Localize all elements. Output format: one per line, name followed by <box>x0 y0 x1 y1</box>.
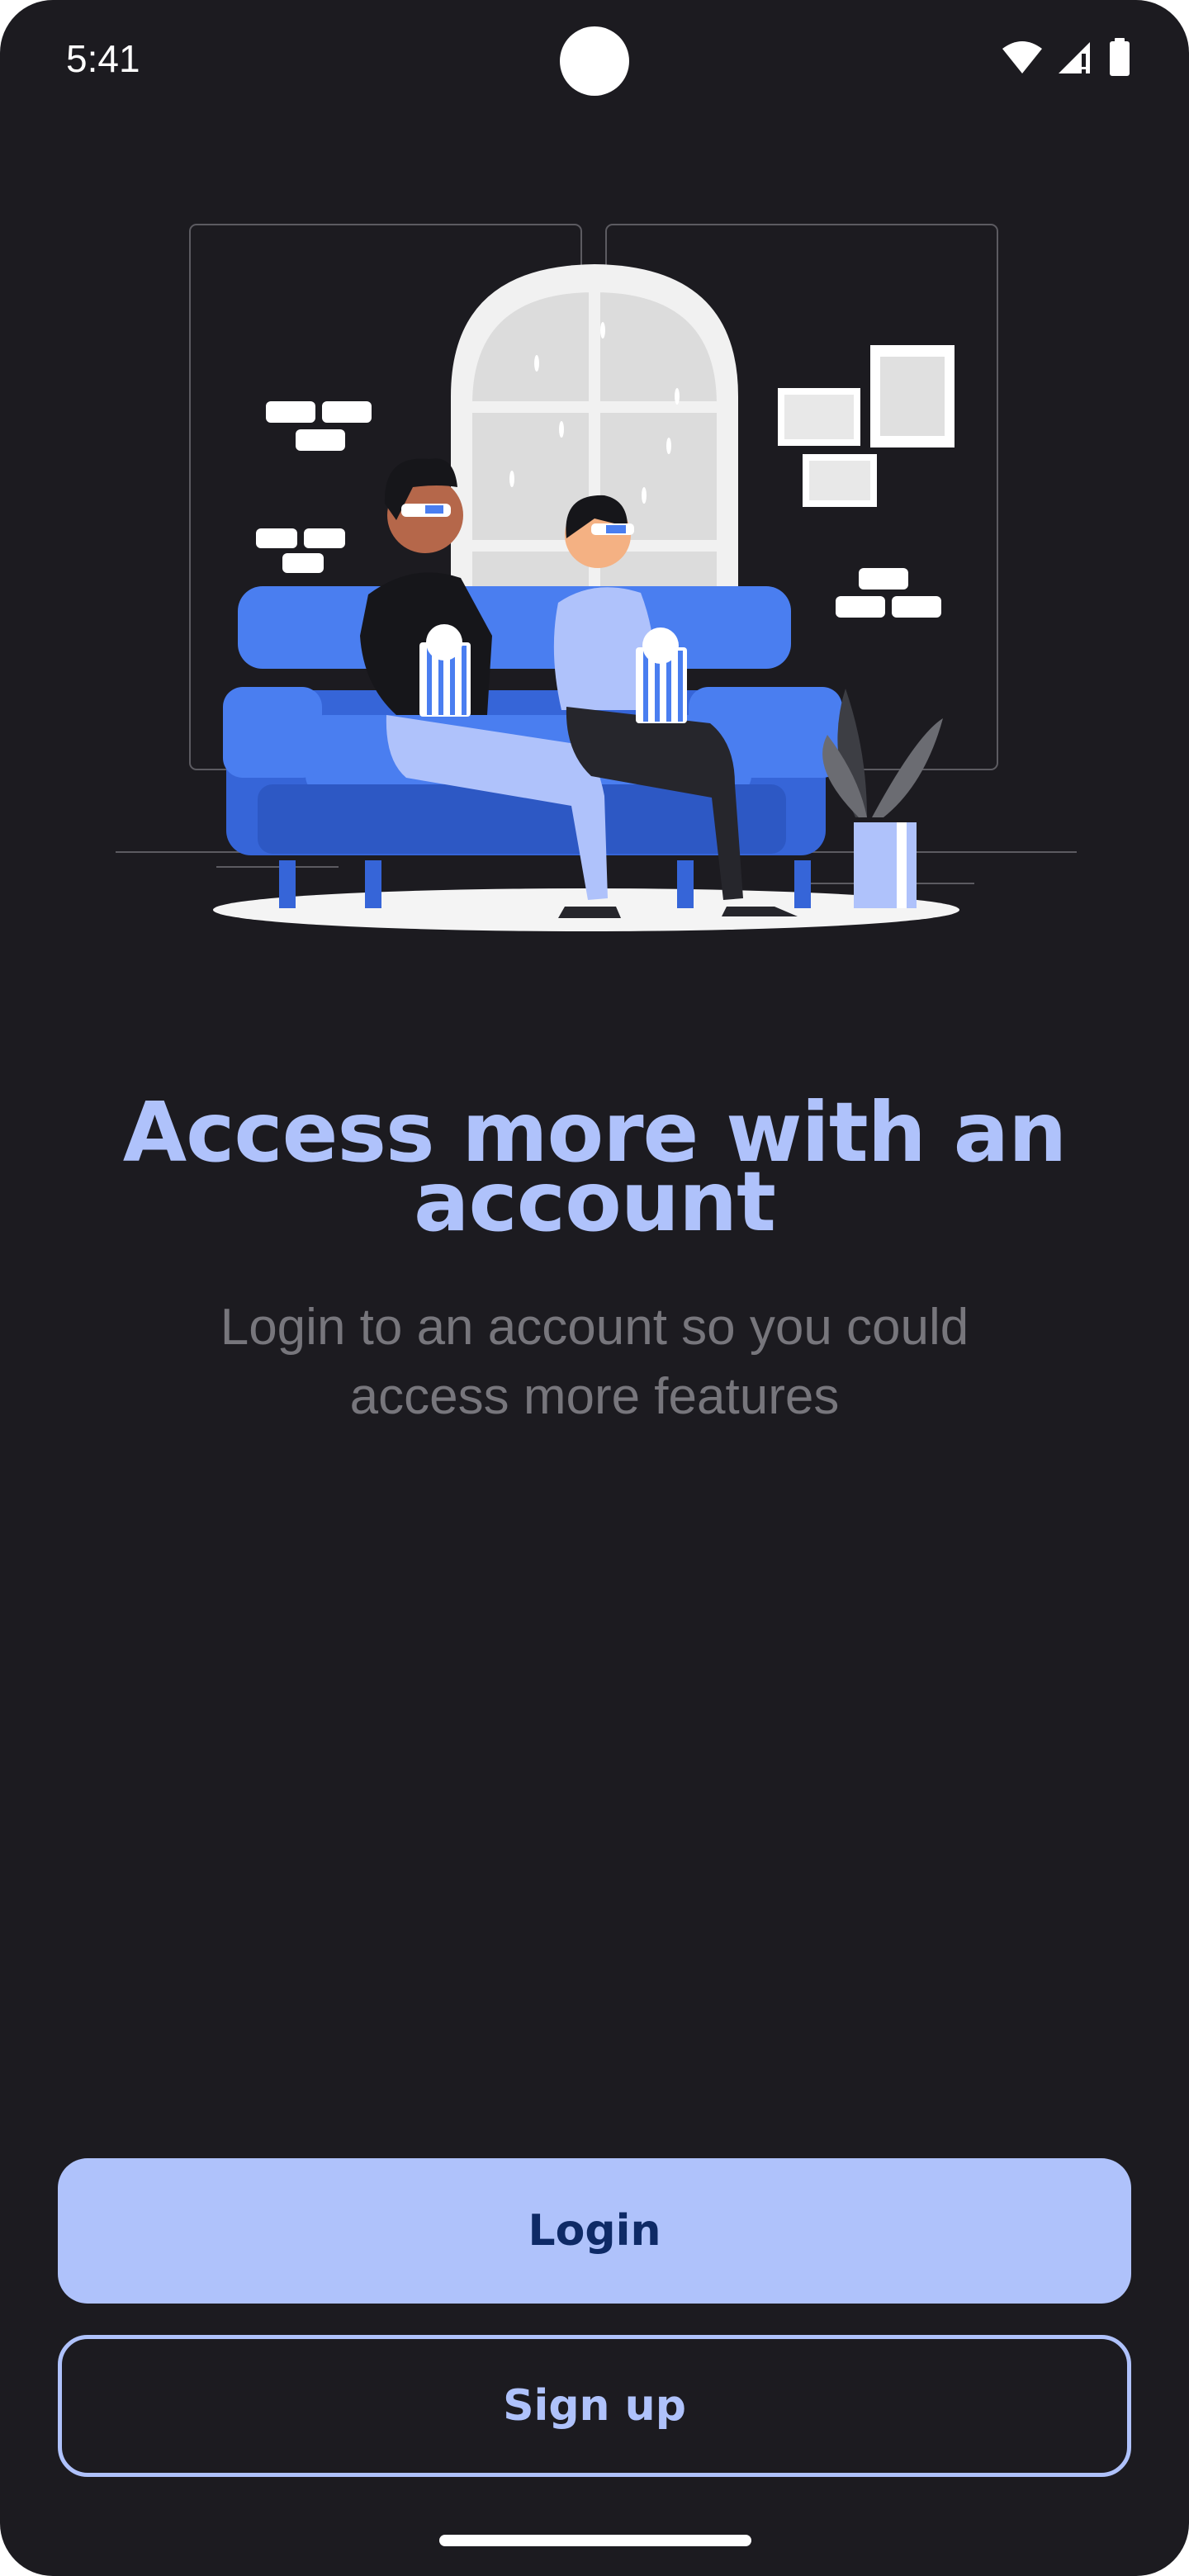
screen: 5:41 Access more with an account Login t… <box>0 0 1189 2576</box>
signup-button[interactable]: Sign up <box>58 2335 1131 2477</box>
home-indicator-bar[interactable] <box>439 2535 751 2546</box>
cellular-signal-icon <box>1059 42 1090 73</box>
page-subtitle: Login to an account so you could access … <box>220 1299 969 1425</box>
status-bar: 5:41 <box>0 0 1189 124</box>
couple-watching-movie-illustration <box>116 224 1077 931</box>
battery-icon <box>1110 38 1130 76</box>
login-button[interactable]: Login <box>58 2158 1131 2304</box>
front-camera-cutout <box>560 26 629 96</box>
status-icons <box>1001 38 1131 76</box>
page-title: Access more with an account <box>122 1084 1068 1250</box>
status-time: 5:41 <box>66 37 140 80</box>
wifi-icon <box>1002 41 1042 73</box>
